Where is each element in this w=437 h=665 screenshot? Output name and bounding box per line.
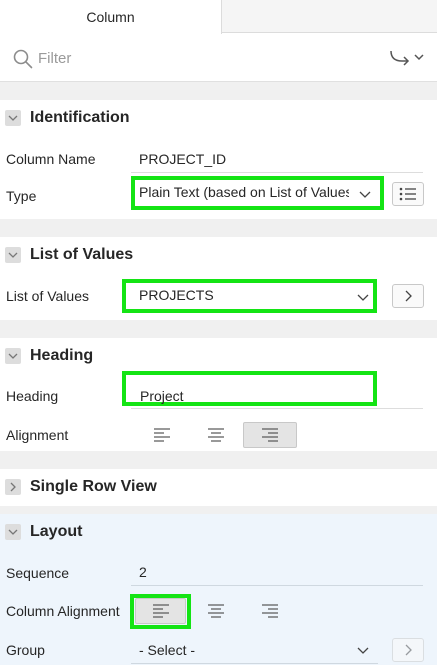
align-right-button[interactable] xyxy=(243,422,297,448)
go-to-group-icon[interactable] xyxy=(389,48,425,68)
list-icon xyxy=(399,187,416,201)
section-gap xyxy=(0,219,437,237)
divider xyxy=(131,408,423,409)
heading-input-value: Project xyxy=(140,388,184,404)
section-identification-header[interactable]: Identification xyxy=(0,100,437,137)
group-go-button[interactable] xyxy=(392,638,424,662)
chevron-right-icon xyxy=(405,290,412,302)
section-list-of-values-header[interactable]: List of Values xyxy=(0,237,437,274)
search-icon xyxy=(13,49,33,69)
align-left-button[interactable] xyxy=(135,422,189,448)
tab-column[interactable]: Column xyxy=(0,0,222,34)
filter-input[interactable] xyxy=(38,46,338,70)
section-title: Single Row View xyxy=(30,478,157,495)
section-gap xyxy=(0,320,437,338)
align-left-icon xyxy=(152,604,169,618)
chevron-down-icon xyxy=(357,647,369,654)
chevron-down-icon xyxy=(357,294,369,301)
lov-select-value: PROJECTS xyxy=(139,287,214,303)
lov-select[interactable]: PROJECTS xyxy=(122,279,377,313)
collapse-toggle-icon[interactable] xyxy=(5,524,21,540)
heading-label: Heading xyxy=(6,388,59,404)
section-gap xyxy=(0,451,437,469)
group-label: Group xyxy=(6,642,45,658)
chevron-down-icon xyxy=(359,191,371,198)
group-select[interactable]: - Select - xyxy=(131,636,378,664)
align-center-button[interactable] xyxy=(189,422,243,448)
collapse-toggle-icon[interactable] xyxy=(5,247,21,263)
alignment-label: Alignment xyxy=(6,427,69,443)
collapse-toggle-icon[interactable] xyxy=(5,348,21,364)
type-select[interactable]: Plain Text (based on List of Values) xyxy=(131,176,384,210)
sequence-label: Sequence xyxy=(6,565,70,581)
collapse-toggle-icon[interactable] xyxy=(5,110,21,126)
lov-label: List of Values xyxy=(6,288,90,304)
section-heading-header[interactable]: Heading xyxy=(0,338,437,375)
column-align-center-button[interactable] xyxy=(189,598,243,624)
section-gap xyxy=(0,506,437,514)
expand-toggle-icon[interactable] xyxy=(5,479,21,495)
heading-input[interactable]: Project xyxy=(122,371,377,406)
column-align-left-button[interactable] xyxy=(135,598,186,624)
align-right-icon xyxy=(262,428,278,442)
column-name-value: PROJECT_ID xyxy=(139,151,227,167)
column-align-right-button[interactable] xyxy=(243,598,297,624)
type-label: Type xyxy=(6,188,37,204)
tab-column-label: Column xyxy=(86,9,135,25)
align-right-icon xyxy=(262,604,278,618)
filter-bar xyxy=(0,34,437,82)
section-title: Heading xyxy=(30,347,94,364)
divider xyxy=(131,172,423,173)
section-single-row-view-header[interactable]: Single Row View xyxy=(0,469,437,506)
lov-go-button[interactable] xyxy=(392,284,424,308)
section-title: Layout xyxy=(30,523,83,540)
align-center-icon xyxy=(208,428,224,442)
group-select-value: - Select - xyxy=(139,642,196,658)
section-title: List of Values xyxy=(30,246,134,263)
section-layout-header[interactable]: Layout xyxy=(0,514,437,551)
list-view-button[interactable] xyxy=(392,182,424,206)
type-select-value: Plain Text (based on List of Values) xyxy=(139,184,349,200)
align-left-icon xyxy=(154,428,170,442)
column-alignment-label: Column Alignment xyxy=(6,603,120,619)
divider xyxy=(131,585,423,586)
section-gap xyxy=(0,82,437,100)
tab-bar: Column xyxy=(0,0,437,34)
align-center-icon xyxy=(208,604,224,618)
column-name-label: Column Name xyxy=(6,151,96,167)
chevron-right-icon xyxy=(405,644,412,656)
sequence-value[interactable]: 2 xyxy=(139,564,147,580)
section-title: Identification xyxy=(30,109,130,126)
